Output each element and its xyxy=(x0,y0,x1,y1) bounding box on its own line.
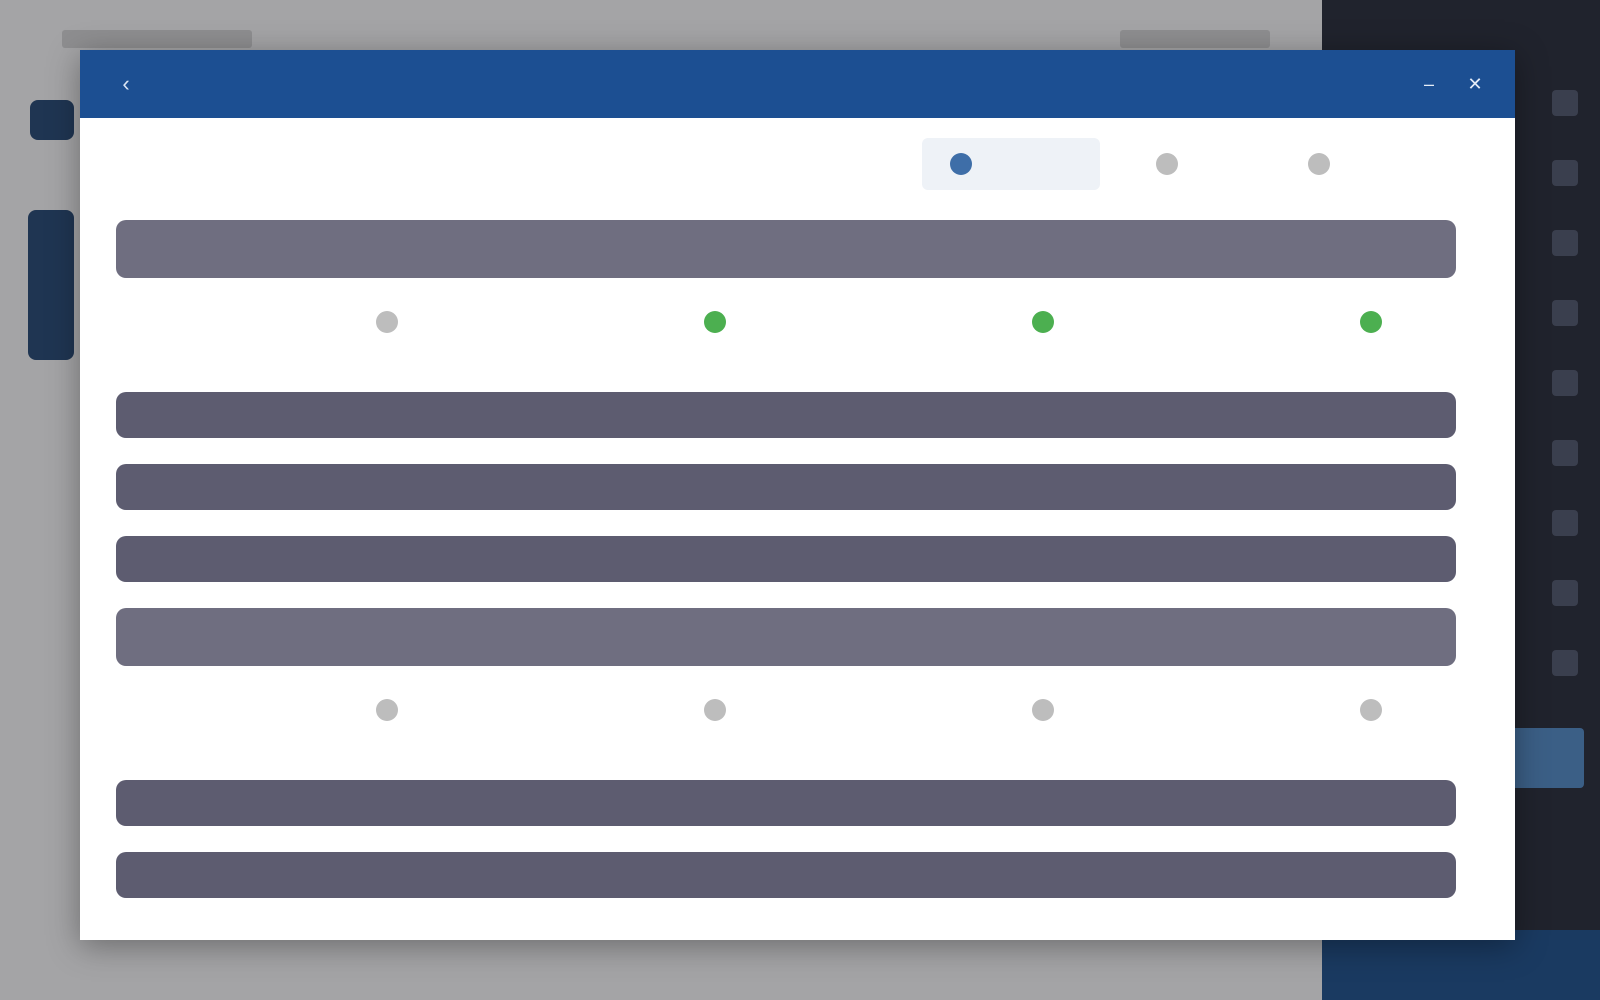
status-dot-icon xyxy=(704,311,726,333)
minimize-icon[interactable]: – xyxy=(1413,68,1445,100)
status-row xyxy=(116,676,1456,756)
status-indicator xyxy=(1350,690,1382,730)
background-app-title xyxy=(62,30,252,48)
list-item[interactable] xyxy=(116,464,1456,510)
background-nav-icon xyxy=(1552,440,1578,466)
list-item[interactable] xyxy=(116,780,1456,826)
status-indicator xyxy=(366,690,398,730)
list-item[interactable] xyxy=(116,608,1456,666)
status-dot-icon xyxy=(376,311,398,333)
background-nav-icon xyxy=(1552,370,1578,396)
filter-tab-3[interactable] xyxy=(1280,138,1483,190)
filter-tab-1[interactable] xyxy=(922,138,1100,190)
background-nav-icon xyxy=(1552,90,1578,116)
filter-toolbar xyxy=(80,118,1515,218)
status-dot-icon xyxy=(1032,699,1054,721)
close-icon[interactable]: ✕ xyxy=(1459,68,1491,100)
header-link[interactable] xyxy=(1245,74,1385,94)
background-nav-icon xyxy=(1552,160,1578,186)
list-item[interactable] xyxy=(116,392,1456,438)
status-dot-icon xyxy=(704,699,726,721)
list-item[interactable] xyxy=(116,852,1456,898)
list-item[interactable] xyxy=(116,536,1456,582)
status-dot-icon xyxy=(1360,699,1382,721)
status-indicator xyxy=(694,690,726,730)
item-list xyxy=(116,220,1456,924)
background-nav-icon xyxy=(1552,650,1578,676)
filter-indicator-icon xyxy=(950,153,972,175)
background-bottom-panel xyxy=(1322,930,1600,1000)
background-app-status xyxy=(1120,30,1270,48)
status-indicator xyxy=(1350,302,1382,342)
background-nav-icon xyxy=(1552,230,1578,256)
modal-dialog: ‹ – ✕ xyxy=(80,50,1515,940)
status-indicator xyxy=(1022,690,1054,730)
status-indicator xyxy=(1022,302,1054,342)
filter-indicator-icon xyxy=(1308,153,1330,175)
status-indicator xyxy=(366,302,398,342)
filter-indicator-icon xyxy=(1156,153,1178,175)
arrow-left-icon[interactable]: ‹ xyxy=(112,70,140,98)
status-dot-icon xyxy=(376,699,398,721)
background-nav-icon xyxy=(1552,580,1578,606)
background-nav-icon xyxy=(1552,510,1578,536)
background-side-tab xyxy=(28,210,74,360)
status-dot-icon xyxy=(1032,311,1054,333)
background-nav-icon xyxy=(1552,300,1578,326)
list-item[interactable] xyxy=(116,220,1456,278)
background-avatar xyxy=(30,100,74,140)
status-dot-icon xyxy=(1360,311,1382,333)
modal-header: ‹ – ✕ xyxy=(80,50,1515,118)
status-indicator xyxy=(694,302,726,342)
background-right-icon-bar xyxy=(1545,90,1585,720)
filter-tab-2[interactable] xyxy=(1128,138,1276,190)
status-row xyxy=(116,288,1456,368)
